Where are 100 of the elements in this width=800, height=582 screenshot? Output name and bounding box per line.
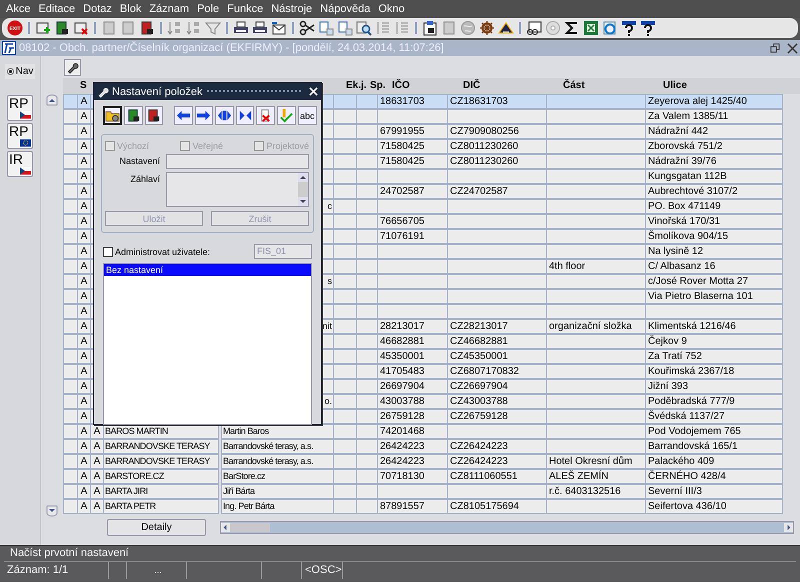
table-cell <box>356 199 378 214</box>
table-cell <box>356 454 378 469</box>
table-cell: Klimentská 1216/46 <box>645 319 783 334</box>
ship-wheel-icon[interactable] <box>479 20 495 36</box>
table-cell: A <box>77 319 91 334</box>
table-cell <box>377 169 448 184</box>
close-icon[interactable] <box>787 42 798 54</box>
spell-button[interactable]: abc <box>298 106 318 125</box>
settings-button[interactable] <box>64 58 81 76</box>
table-cell: 74201468 <box>377 424 448 439</box>
menu-item[interactable]: Pole <box>193 3 224 15</box>
table-cell: A <box>77 289 91 304</box>
help-icon[interactable] <box>621 20 637 36</box>
sort-descending-icon[interactable] <box>186 20 202 36</box>
checkbox[interactable]: Administrovat uživatele: <box>103 246 210 256</box>
table-cell: 26424223 <box>377 454 448 469</box>
document-letter-icon[interactable] <box>337 20 353 36</box>
table-cell <box>333 499 357 514</box>
document-icon[interactable] <box>54 20 70 36</box>
document-icon[interactable] <box>124 106 143 125</box>
table-cell: 24702587 <box>377 184 448 199</box>
nav-radio[interactable]: Nav <box>4 64 36 79</box>
menu-item[interactable]: Okno <box>374 3 409 15</box>
scroll-right-icon[interactable] <box>784 522 793 532</box>
delete-record-icon[interactable] <box>73 20 89 36</box>
table-cell: A <box>90 469 104 484</box>
envelope-icon[interactable] <box>271 20 287 36</box>
table-cell <box>63 349 78 364</box>
menu-item[interactable]: Nástroje <box>267 3 316 15</box>
help-icon[interactable] <box>640 20 656 36</box>
table-cell: 18631703 <box>377 94 448 109</box>
table-cell: CZ24702587 <box>447 184 547 199</box>
menu-item[interactable]: Akce <box>2 3 34 15</box>
menu-item[interactable]: Nápověda <box>316 3 374 15</box>
field-label: Záhlaví <box>129 173 161 184</box>
table-cell: A <box>77 469 91 484</box>
chart-icon[interactable] <box>526 20 542 36</box>
field-label: Nastavení <box>118 155 161 166</box>
table-cell: 67991955 <box>377 124 448 139</box>
table-cell: A <box>77 259 91 274</box>
scroll-up-button[interactable] <box>46 94 58 106</box>
setting-field[interactable] <box>166 154 309 169</box>
table-cell <box>356 409 378 424</box>
scroll-down-icon[interactable] <box>298 197 308 206</box>
report-button[interactable]: RP <box>7 95 33 121</box>
restore-icon[interactable] <box>770 42 781 54</box>
menu-item[interactable]: Funkce <box>223 3 268 15</box>
scroll-down-button[interactable] <box>46 505 58 517</box>
table-cell <box>63 139 78 154</box>
list-icon[interactable] <box>375 20 391 36</box>
clipboard-icon[interactable] <box>422 20 438 36</box>
expand-icon[interactable] <box>215 106 234 125</box>
search-icon[interactable] <box>356 20 372 36</box>
table-cell <box>377 244 448 259</box>
table-cell: A <box>77 499 91 514</box>
table-cell: Poděbradská 777/9 <box>645 394 783 409</box>
filter-icon[interactable] <box>205 20 221 36</box>
scroll-left-icon[interactable] <box>221 522 230 532</box>
menu-item[interactable]: Editace <box>34 3 80 15</box>
table-cell <box>63 379 78 394</box>
delete-document-icon[interactable] <box>144 106 164 125</box>
printer-icon[interactable] <box>233 20 249 36</box>
folder-icon[interactable] <box>103 106 122 125</box>
horizontal-scrollbar[interactable] <box>220 520 794 534</box>
check-icon[interactable] <box>276 106 296 125</box>
scroll-up-icon[interactable] <box>298 173 308 182</box>
table-cell: CZ7909080256 <box>447 124 547 139</box>
menu-item[interactable]: Blok <box>116 3 146 15</box>
browser-icon[interactable] <box>602 20 618 36</box>
details-button[interactable]: Detaily <box>107 518 206 536</box>
delete-icon[interactable] <box>256 106 275 125</box>
list-icon[interactable] <box>394 20 410 36</box>
table-cell <box>356 169 378 184</box>
sigma-icon[interactable] <box>564 20 580 36</box>
collapse-icon[interactable] <box>236 106 254 125</box>
triangle-icon[interactable] <box>498 20 514 36</box>
table-cell <box>356 214 378 229</box>
scissors-icon[interactable] <box>299 20 315 36</box>
list-item[interactable]: Bez nastavení <box>104 264 311 276</box>
table-cell: CZ26759128 <box>447 409 547 424</box>
spreadsheet-icon[interactable] <box>583 20 599 36</box>
printer-icon[interactable] <box>252 20 268 36</box>
sort-ascending-icon[interactable] <box>167 20 183 36</box>
table-cell <box>63 484 78 499</box>
table-cell: 26759128 <box>377 409 448 424</box>
menu-item[interactable]: Záznam <box>145 3 194 15</box>
table-cell: CZ8011230260 <box>447 154 547 169</box>
add-record-icon[interactable] <box>35 20 51 36</box>
window-title: 08102 - Obch. partner/Číselník organizací (EKFIRMY) - [pondělí, 24.03.2014, 11:07:26] <box>19 42 445 54</box>
scroll-thumb[interactable] <box>230 522 270 532</box>
table-cell: A <box>77 94 91 109</box>
table-cell: CZ18631703 <box>447 94 547 109</box>
document-letter-icon[interactable] <box>318 20 334 36</box>
table-cell: Palackého 409 <box>645 454 783 469</box>
report-button[interactable]: IR <box>7 151 33 177</box>
table-cell <box>356 394 378 409</box>
menu-item[interactable]: Dotaz <box>79 3 116 15</box>
status-ellipsis: ... <box>127 562 187 579</box>
report-button[interactable]: RP <box>7 123 33 149</box>
document-delete-icon[interactable] <box>139 20 155 36</box>
